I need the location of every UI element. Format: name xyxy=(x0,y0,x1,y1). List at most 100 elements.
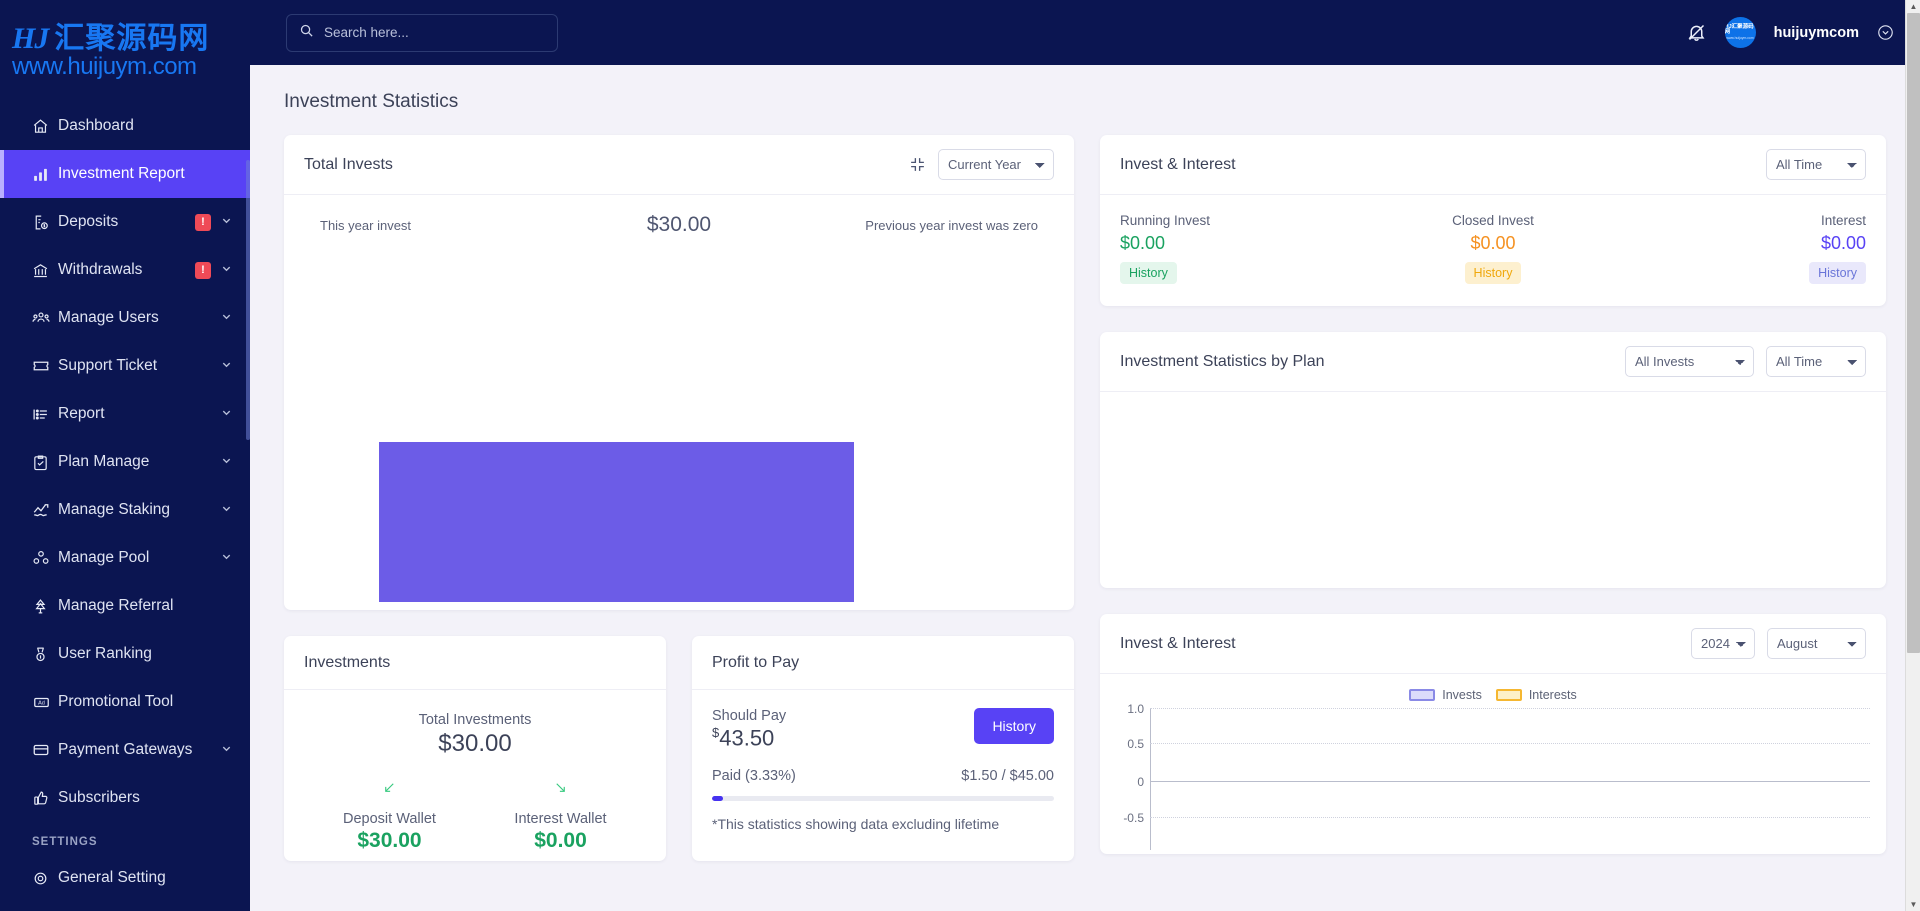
sidebar-item-label: Subscribers xyxy=(58,789,140,806)
sidebar-item-label: Manage Staking xyxy=(58,501,171,518)
brand-logo-url: www.huijuym.com xyxy=(12,52,197,80)
paid-progress-fill xyxy=(712,796,724,802)
card-title: Profit to Pay xyxy=(712,653,800,671)
closed-invest-history-link[interactable]: History xyxy=(1464,262,1522,284)
gridline: -0.5 xyxy=(1123,811,1870,825)
chart-legend: Invests Interests xyxy=(1116,688,1870,702)
sidebar-item-support-ticket[interactable]: Support Ticket xyxy=(0,342,250,390)
sidebar-item-plan-manage[interactable]: Plan Manage xyxy=(0,438,250,486)
sidebar-item-manage-staking[interactable]: Manage Staking xyxy=(0,486,250,534)
legend-label: Interests xyxy=(1528,688,1577,702)
sidebar-item-promotional-tool[interactable]: Ad Promotional Tool xyxy=(0,678,250,726)
collapse-expand-icon[interactable] xyxy=(909,156,926,173)
search-input[interactable] xyxy=(324,25,545,40)
y-tick-label: 0.5 xyxy=(1127,736,1144,751)
chart-year-select[interactable]: 202420232022 xyxy=(1691,628,1755,659)
sidebar-item-user-ranking[interactable]: User Ranking xyxy=(0,630,250,678)
interest-cell: Interest $0.00 History xyxy=(1617,213,1867,284)
sidebar-section-settings: SETTINGS xyxy=(32,836,98,848)
sidebar-item-manage-referral[interactable]: Manage Referral xyxy=(0,582,250,630)
ticket-icon xyxy=(32,355,58,377)
sidebar-item-label: Deposits xyxy=(58,213,119,230)
sidebar-item-manage-pool[interactable]: Manage Pool xyxy=(0,534,250,582)
card-title: Invest & Interest xyxy=(1120,634,1236,652)
invest-interest-period-select[interactable]: All TimeTodayThis WeekThis Month xyxy=(1766,149,1866,180)
medal-icon xyxy=(32,643,58,665)
chart-month-select[interactable]: JanuaryFebruaryMarchAprilMayJuneJulyAugu… xyxy=(1767,628,1866,659)
legend-item-invests[interactable]: Invests xyxy=(1409,688,1482,702)
scroll-down-arrow-icon[interactable]: ▼ xyxy=(1906,898,1920,911)
ad-icon: Ad xyxy=(32,691,58,713)
sidebar-item-label: Investment Report xyxy=(58,165,185,182)
avatar[interactable]: HJ汇聚源码网 www.huijuym.com xyxy=(1724,17,1756,48)
topbar: HJ汇聚源码网 www.huijuym.com huijuymcom xyxy=(250,0,1920,65)
deposit-wallet: Deposit Wallet $30.00 xyxy=(304,811,475,853)
sidebar-item-withdrawals[interactable]: Withdrawals ! xyxy=(0,246,250,294)
chevron-down-icon xyxy=(221,359,232,373)
card-body: Total Investments $30.00 Deposit Wallet … xyxy=(284,690,666,861)
total-investments-label: Total Investments xyxy=(418,712,532,728)
sidebar-item-report[interactable]: Report xyxy=(0,390,250,438)
y-tick-label: -0.5 xyxy=(1123,810,1144,825)
running-invest-history-link[interactable]: History xyxy=(1120,262,1177,284)
card-title: Total Invests xyxy=(304,155,393,173)
sidebar-item-label: General Setting xyxy=(58,869,166,886)
paid-value: $1.50 / $45.00 xyxy=(961,768,1054,785)
interest-history-link[interactable]: History xyxy=(1809,262,1867,284)
sidebar-item-general-setting[interactable]: General Setting xyxy=(0,854,250,902)
brand-logo[interactable]: HJ 汇聚源码网 www.huijuym.com xyxy=(0,0,250,92)
page-scrollbar[interactable]: ▲ ▼ xyxy=(1905,0,1920,911)
card-body xyxy=(1100,392,1886,588)
page-content: Investment Statistics Total Invests Curr… xyxy=(250,65,1920,911)
sidebar: HJ 汇聚源码网 www.huijuym.com Dashboard Inves… xyxy=(0,0,250,911)
gridline-zero: 0 xyxy=(1137,775,1870,789)
sidebar-item-label: Support Ticket xyxy=(58,357,158,374)
sidebar-item-payment-gateways[interactable]: Payment Gateways xyxy=(0,726,250,774)
sidebar-item-dashboard[interactable]: Dashboard xyxy=(0,102,250,150)
total-invests-period-select[interactable]: Current YearPrevious YearAll Time xyxy=(938,149,1054,180)
scroll-up-arrow-icon[interactable]: ▲ xyxy=(1906,0,1920,13)
wallet-label: Interest Wallet xyxy=(514,811,607,827)
search-box[interactable] xyxy=(286,13,558,52)
chevron-down-icon xyxy=(221,455,232,469)
card-invest-interest-summary: Invest & Interest All TimeTodayThis Week… xyxy=(1100,135,1886,306)
wallet-value: $0.00 xyxy=(534,829,587,852)
sidebar-item-manage-users[interactable]: Manage Users xyxy=(0,294,250,342)
svg-text:Ad: Ad xyxy=(38,700,45,706)
card-header: Investment Statistics by Plan All Invest… xyxy=(1100,332,1886,392)
legend-swatch-invests xyxy=(1409,689,1436,701)
plan-time-select[interactable]: All TimeTodayThis WeekThis Month xyxy=(1766,346,1866,377)
sidebar-item-deposits[interactable]: Deposits ! xyxy=(0,198,250,246)
should-pay-amount: $43.50 xyxy=(712,725,974,751)
sidebar-item-label: Promotional Tool xyxy=(58,693,174,710)
brand-logo-mark: HJ xyxy=(12,21,49,55)
card-header: Profit to Pay xyxy=(692,636,1074,690)
total-invests-chart-bar xyxy=(379,442,854,602)
should-pay-label: Should Pay xyxy=(712,708,787,724)
chart-squiggle-icon xyxy=(32,499,58,521)
card-body: Invests Interests 1.0 0.5 0 -0.5 xyxy=(1100,674,1886,854)
scrollbar-thumb[interactable] xyxy=(1907,13,1920,653)
card-stats-by-plan: Investment Statistics by Plan All Invest… xyxy=(1100,332,1886,588)
sidebar-item-label: Manage Referral xyxy=(58,597,174,614)
sidebar-item-subscribers[interactable]: Subscribers xyxy=(0,774,250,822)
this-year-invest-label: This year invest xyxy=(320,217,412,233)
chevron-down-circle-icon[interactable] xyxy=(1877,24,1894,41)
plan-invests-select[interactable]: All InvestsRunning InvestsClosed Invests xyxy=(1625,346,1754,377)
sidebar-item-investment-report[interactable]: Investment Report xyxy=(0,150,250,198)
notification-bell-icon[interactable] xyxy=(1686,22,1707,43)
chevron-down-icon xyxy=(221,743,232,757)
y-tick-label: 1.0 xyxy=(1127,702,1144,716)
wallet-values: Deposit Wallet $30.00 Interest Wallet $0… xyxy=(304,811,646,853)
username-label: huijuymcom xyxy=(1773,24,1859,41)
cell-value: $0.00 xyxy=(1120,233,1166,253)
y-axis-line xyxy=(1150,708,1151,850)
closed-invest-cell: Closed Invest $0.00 History xyxy=(1369,213,1618,284)
y-tick-label: 0 xyxy=(1137,774,1144,789)
card-invest-interest-chart: Invest & Interest 202420232022 JanuaryFe… xyxy=(1100,614,1886,854)
legend-item-interests[interactable]: Interests xyxy=(1495,688,1577,702)
card-header: Total Invests Current YearPrevious YearA… xyxy=(284,135,1074,195)
profit-history-button[interactable]: History xyxy=(974,708,1054,744)
total-investments-value: $30.00 xyxy=(438,730,512,757)
cell-label: Running Invest xyxy=(1120,213,1211,228)
